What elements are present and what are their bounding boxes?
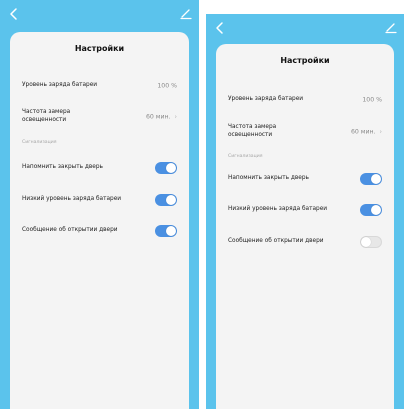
toggle-label-low-battery: Низкий уровень заряда батареи (228, 206, 328, 213)
toggle-row: Низкий уровень заряда батареи (228, 200, 382, 220)
battery-level-value: 100 % (157, 82, 177, 90)
close-door-reminder-toggle[interactable] (360, 173, 382, 185)
toggle-row: Низкий уровень заряда батареи (22, 190, 177, 210)
measurement-frequency-row[interactable]: Частота замера освещенности 60 мин. › (228, 119, 382, 145)
battery-level-label: Уровень заряда батареи (228, 96, 304, 103)
battery-level-row: Уровень заряда батареи 100 % (22, 76, 177, 96)
top-bar (0, 0, 199, 32)
settings-screen-right: Настройки Уровень заряда батареи 100 % Ч… (206, 14, 404, 409)
toggle-row: Сообщение об открытии двери (22, 221, 177, 241)
alarms-section-label: Сигнализация (228, 154, 263, 159)
chevron-right-icon: › (379, 128, 382, 136)
battery-level-value: 100 % (362, 96, 382, 104)
toggle-label-door-open: Сообщение об открытии двери (228, 238, 324, 245)
pencil-icon[interactable] (384, 20, 398, 34)
measurement-frequency-label: Частота замера освещенности (22, 109, 71, 123)
toggle-label-door-open: Сообщение об открытии двери (22, 227, 118, 234)
door-open-message-toggle[interactable] (360, 236, 382, 248)
settings-card: Настройки Уровень заряда батареи 100 % Ч… (10, 32, 189, 409)
low-battery-toggle[interactable] (360, 204, 382, 216)
measurement-frequency-value: 60 мин. › (350, 128, 382, 136)
close-door-reminder-toggle[interactable] (155, 162, 177, 174)
battery-level-row: Уровень заряда батареи 100 % (228, 90, 382, 110)
top-bar (206, 14, 404, 46)
toggle-label-close-door: Напомнить закрыть дверь (22, 164, 103, 171)
chevron-right-icon: › (174, 113, 177, 121)
settings-screen-left: Настройки Уровень заряда батареи 100 % Ч… (0, 0, 199, 409)
chevron-left-icon[interactable] (6, 6, 22, 22)
toggle-row: Напомнить закрыть дверь (22, 158, 177, 178)
page-title: Настройки (74, 44, 125, 53)
page-title: Настройки (280, 56, 330, 65)
comparison-stage: Настройки Уровень заряда батареи 100 % Ч… (0, 0, 404, 409)
measurement-frequency-row[interactable]: Частота замера освещенности 60 мин. › (22, 104, 177, 130)
alarms-section-label: Сигнализация (22, 140, 57, 145)
measurement-frequency-value: 60 мин. › (145, 113, 177, 121)
toggle-label-close-door: Напомнить закрыть дверь (228, 175, 309, 182)
door-open-message-toggle[interactable] (155, 225, 177, 237)
toggle-row: Напомнить закрыть дверь (228, 169, 382, 189)
measurement-frequency-label: Частота замера освещенности (228, 124, 277, 138)
low-battery-toggle[interactable] (155, 194, 177, 206)
battery-level-label: Уровень заряда батареи (22, 82, 98, 89)
toggle-row: Сообщение об открытии двери (228, 232, 382, 252)
toggle-label-low-battery: Низкий уровень заряда батареи (22, 196, 122, 203)
chevron-left-icon[interactable] (212, 20, 228, 36)
pencil-icon[interactable] (179, 6, 193, 20)
settings-card: Настройки Уровень заряда батареи 100 % Ч… (216, 44, 394, 409)
